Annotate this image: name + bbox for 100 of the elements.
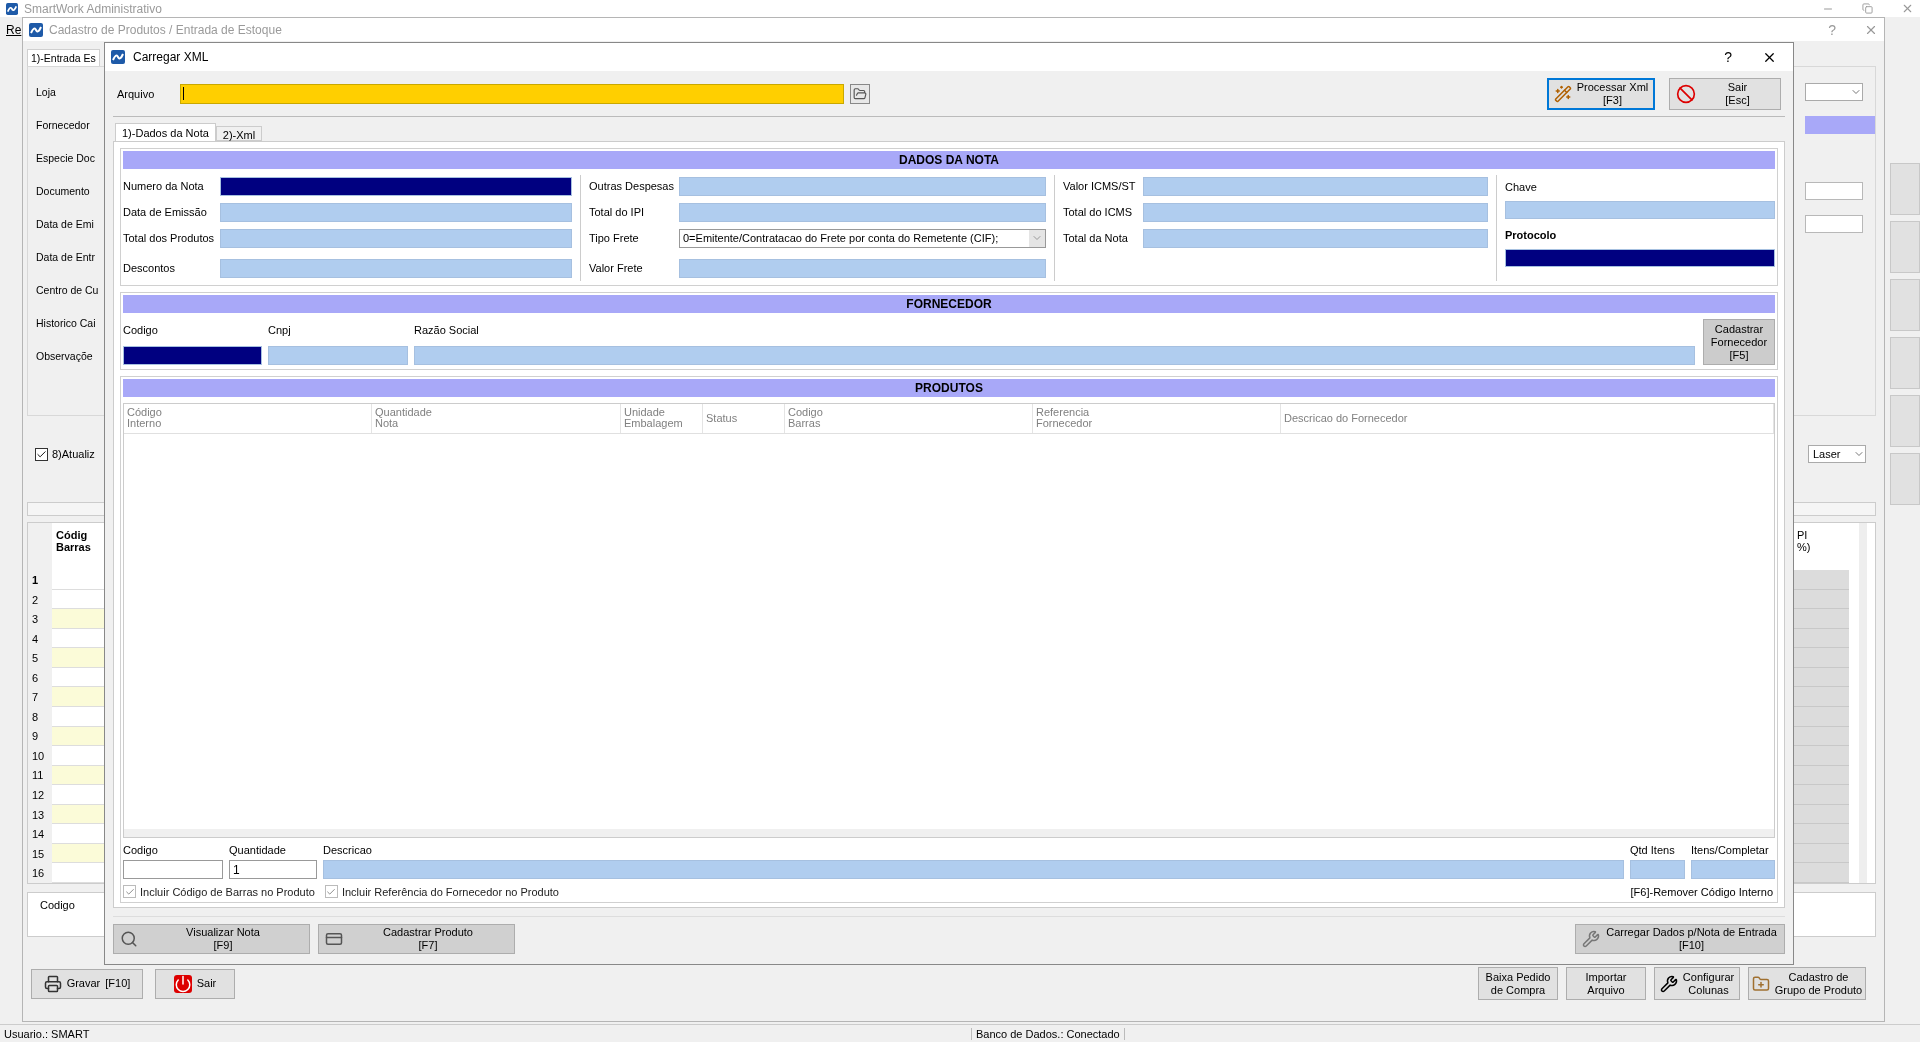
input-field[interactable] bbox=[1691, 860, 1775, 879]
side-panel-button[interactable] bbox=[1890, 453, 1920, 505]
power-icon bbox=[173, 974, 192, 993]
restore-button[interactable] bbox=[1862, 3, 1873, 14]
field-label: Arquivo bbox=[117, 87, 155, 100]
row-number: 16 bbox=[31, 866, 46, 882]
field-label: Tipo Frete bbox=[589, 232, 640, 244]
column-header: PI %) bbox=[1796, 528, 1812, 555]
input-field[interactable] bbox=[123, 346, 262, 365]
app-icon bbox=[29, 22, 43, 37]
side-panel-button[interactable] bbox=[1890, 337, 1920, 389]
column-header: Codigo Barras bbox=[785, 404, 1033, 433]
column-header: Referencia Fornecedor bbox=[1033, 404, 1281, 433]
field-label: Cnpj bbox=[268, 324, 292, 336]
wand-icon bbox=[1553, 84, 1572, 103]
input-field[interactable] bbox=[268, 346, 408, 365]
wrench-icon bbox=[1659, 974, 1678, 993]
row-number: 8 bbox=[31, 709, 40, 725]
field-label: Protocolo bbox=[1505, 229, 1558, 241]
field-label: Valor ICMS/ST bbox=[1063, 180, 1137, 192]
input-field[interactable]: 1 bbox=[229, 860, 317, 879]
folder-plus-icon bbox=[1751, 974, 1770, 993]
input-field[interactable] bbox=[1505, 249, 1775, 267]
input-field[interactable] bbox=[220, 228, 572, 248]
side-panel-button[interactable] bbox=[1890, 395, 1920, 447]
input-field[interactable] bbox=[1143, 228, 1488, 248]
search-icon bbox=[120, 929, 138, 948]
check-icon bbox=[36, 448, 47, 460]
toolbar-button[interactable]: Baixa Pedido de Compra bbox=[1478, 967, 1558, 1000]
row-number: 7 bbox=[31, 690, 40, 706]
field-label: Historico Cai bbox=[36, 316, 96, 329]
row-number: 2 bbox=[31, 592, 40, 608]
file-field[interactable] bbox=[180, 83, 845, 104]
input-field[interactable] bbox=[1505, 201, 1775, 219]
action-button[interactable]: Carregar Dados p/Nota de Entrada [F10] bbox=[1575, 923, 1785, 954]
field-label: Total da Nota bbox=[1063, 232, 1129, 244]
side-panel-button[interactable] bbox=[1890, 221, 1920, 273]
column-header: Códig Barras bbox=[55, 528, 92, 555]
side-panel-button[interactable] bbox=[1890, 163, 1920, 215]
column-header: Código Interno bbox=[124, 404, 372, 433]
dialog-title: Carregar XML bbox=[133, 50, 209, 64]
row-number: 15 bbox=[31, 846, 46, 862]
field-label: Fornecedor bbox=[36, 118, 90, 131]
field-label: Valor Frete bbox=[589, 262, 644, 274]
input-field[interactable] bbox=[220, 176, 572, 196]
window-title: Cadastro de Produtos / Entrada de Estoque bbox=[49, 22, 282, 37]
field-label: Total do ICMS bbox=[1063, 206, 1134, 218]
input-field[interactable] bbox=[1630, 860, 1685, 879]
printer-icon bbox=[43, 974, 62, 993]
checkbox-label: 8)Atualiz bbox=[52, 448, 95, 460]
checkbox[interactable] bbox=[35, 447, 48, 461]
tab[interactable]: 1)-Dados da Nota bbox=[115, 123, 216, 141]
input-field[interactable] bbox=[414, 346, 1695, 365]
row-number: 13 bbox=[31, 807, 46, 823]
input-field[interactable] bbox=[679, 202, 1046, 222]
exit-button[interactable]: Sair [Esc] bbox=[1669, 77, 1781, 110]
toolbar-button[interactable]: Cadastro de Grupo de Produto bbox=[1748, 967, 1866, 1000]
toolbar-button[interactable]: Configurar Colunas bbox=[1654, 967, 1740, 1000]
field-label: Chave bbox=[1505, 181, 1538, 193]
wrench-icon bbox=[1582, 929, 1600, 948]
status-text: Usuario.: SMART bbox=[0, 1027, 972, 1040]
input-field[interactable] bbox=[220, 202, 572, 222]
dropdown[interactable] bbox=[1805, 82, 1863, 101]
input-field[interactable] bbox=[679, 258, 1046, 278]
section-header: DADOS DA NOTA bbox=[123, 151, 1775, 169]
menu-item[interactable]: Re bbox=[6, 23, 22, 37]
restore-icon bbox=[1862, 3, 1873, 14]
section-header: PRODUTOS bbox=[123, 379, 1775, 397]
column-header: Status bbox=[703, 404, 785, 433]
input-field[interactable] bbox=[123, 860, 223, 879]
input-field[interactable] bbox=[1805, 214, 1863, 233]
input-field[interactable] bbox=[679, 176, 1046, 196]
field-label: Centro de Cu bbox=[36, 283, 99, 296]
input-field[interactable] bbox=[323, 860, 1624, 879]
check-icon bbox=[326, 886, 337, 897]
column-header: Unidade Embalagem bbox=[621, 404, 703, 433]
field-label: Loja bbox=[36, 85, 56, 98]
process-button[interactable]: Processar Xml [F3] bbox=[1547, 77, 1655, 110]
save-button[interactable]: Gravar [F10] bbox=[31, 968, 143, 999]
row-number: 6 bbox=[31, 670, 40, 686]
input-field[interactable] bbox=[1143, 176, 1488, 196]
exit-button[interactable]: Sair bbox=[155, 968, 235, 999]
input-field[interactable] bbox=[1143, 202, 1488, 222]
tab[interactable]: 2)-Xml bbox=[215, 126, 263, 141]
side-panel-button[interactable] bbox=[1890, 279, 1920, 331]
field-label: Codigo bbox=[123, 844, 159, 856]
action-button[interactable]: Cadastrar Produto [F7] bbox=[318, 923, 515, 954]
help-button[interactable]: ? bbox=[1724, 49, 1732, 65]
input-field[interactable] bbox=[220, 258, 572, 278]
register-supplier-button[interactable]: Cadastrar Fornecedor [F5] bbox=[1703, 319, 1775, 365]
close-icon bbox=[1901, 2, 1914, 15]
field-label: Data de Emi bbox=[36, 217, 94, 230]
dropdown[interactable]: 0=Emitente/Contratacao do Frete por conta do Remetente (CIF); bbox=[679, 228, 1046, 248]
dropdown[interactable]: Laser bbox=[1808, 445, 1866, 463]
folder-button[interactable] bbox=[850, 83, 871, 104]
action-button[interactable]: Visualizar Nota [F9] bbox=[113, 923, 310, 954]
tab[interactable]: 1)-Entrada Es bbox=[27, 49, 100, 66]
column-header: Quantidade Nota bbox=[372, 404, 621, 433]
toolbar-button[interactable]: Importar Arquivo bbox=[1566, 967, 1646, 1000]
input-field[interactable] bbox=[1805, 181, 1863, 200]
